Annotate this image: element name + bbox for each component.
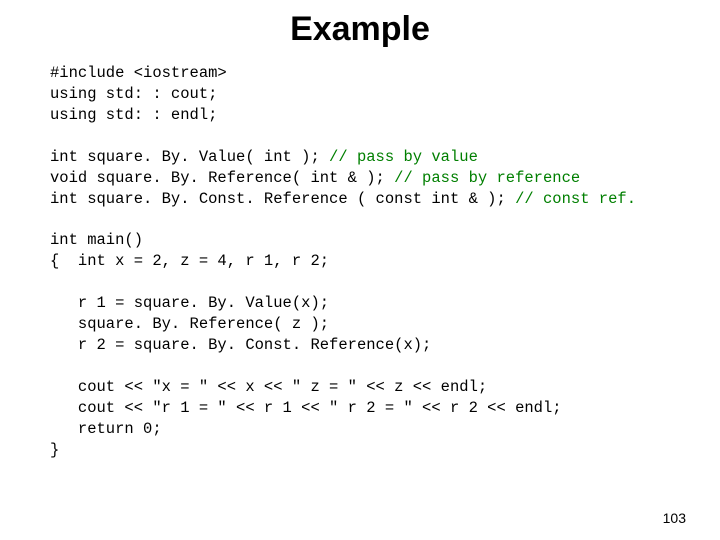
code-line: { int x = 2, z = 4, r 1, r 2; bbox=[50, 252, 329, 270]
code-line: square. By. Reference( z ); bbox=[50, 315, 329, 333]
code-line: cout << "r 1 = " << r 1 << " r 2 = " << … bbox=[50, 399, 562, 417]
code-line: r 1 = square. By. Value(x); bbox=[50, 294, 329, 312]
code-line: r 2 = square. By. Const. Reference(x); bbox=[50, 336, 431, 354]
code-line: using std: : endl; bbox=[50, 106, 217, 124]
code-block: #include <iostream> using std: : cout; u… bbox=[50, 63, 670, 461]
slide: Example #include <iostream> using std: :… bbox=[0, 0, 720, 540]
code-line: #include <iostream> bbox=[50, 64, 227, 82]
code-line: return 0; bbox=[50, 420, 162, 438]
code-line: void square. By. Reference( int & ); bbox=[50, 169, 394, 187]
slide-title: Example bbox=[50, 10, 670, 49]
page-number: 103 bbox=[663, 510, 686, 526]
code-line: } bbox=[50, 441, 59, 459]
code-comment: // const ref. bbox=[515, 190, 636, 208]
code-line: int square. By. Value( int ); bbox=[50, 148, 329, 166]
code-comment: // pass by value bbox=[329, 148, 478, 166]
code-comment: // pass by reference bbox=[394, 169, 580, 187]
code-line: int square. By. Const. Reference ( const… bbox=[50, 190, 515, 208]
code-line: cout << "x = " << x << " z = " << z << e… bbox=[50, 378, 487, 396]
code-line: int main() bbox=[50, 231, 143, 249]
code-line: using std: : cout; bbox=[50, 85, 217, 103]
